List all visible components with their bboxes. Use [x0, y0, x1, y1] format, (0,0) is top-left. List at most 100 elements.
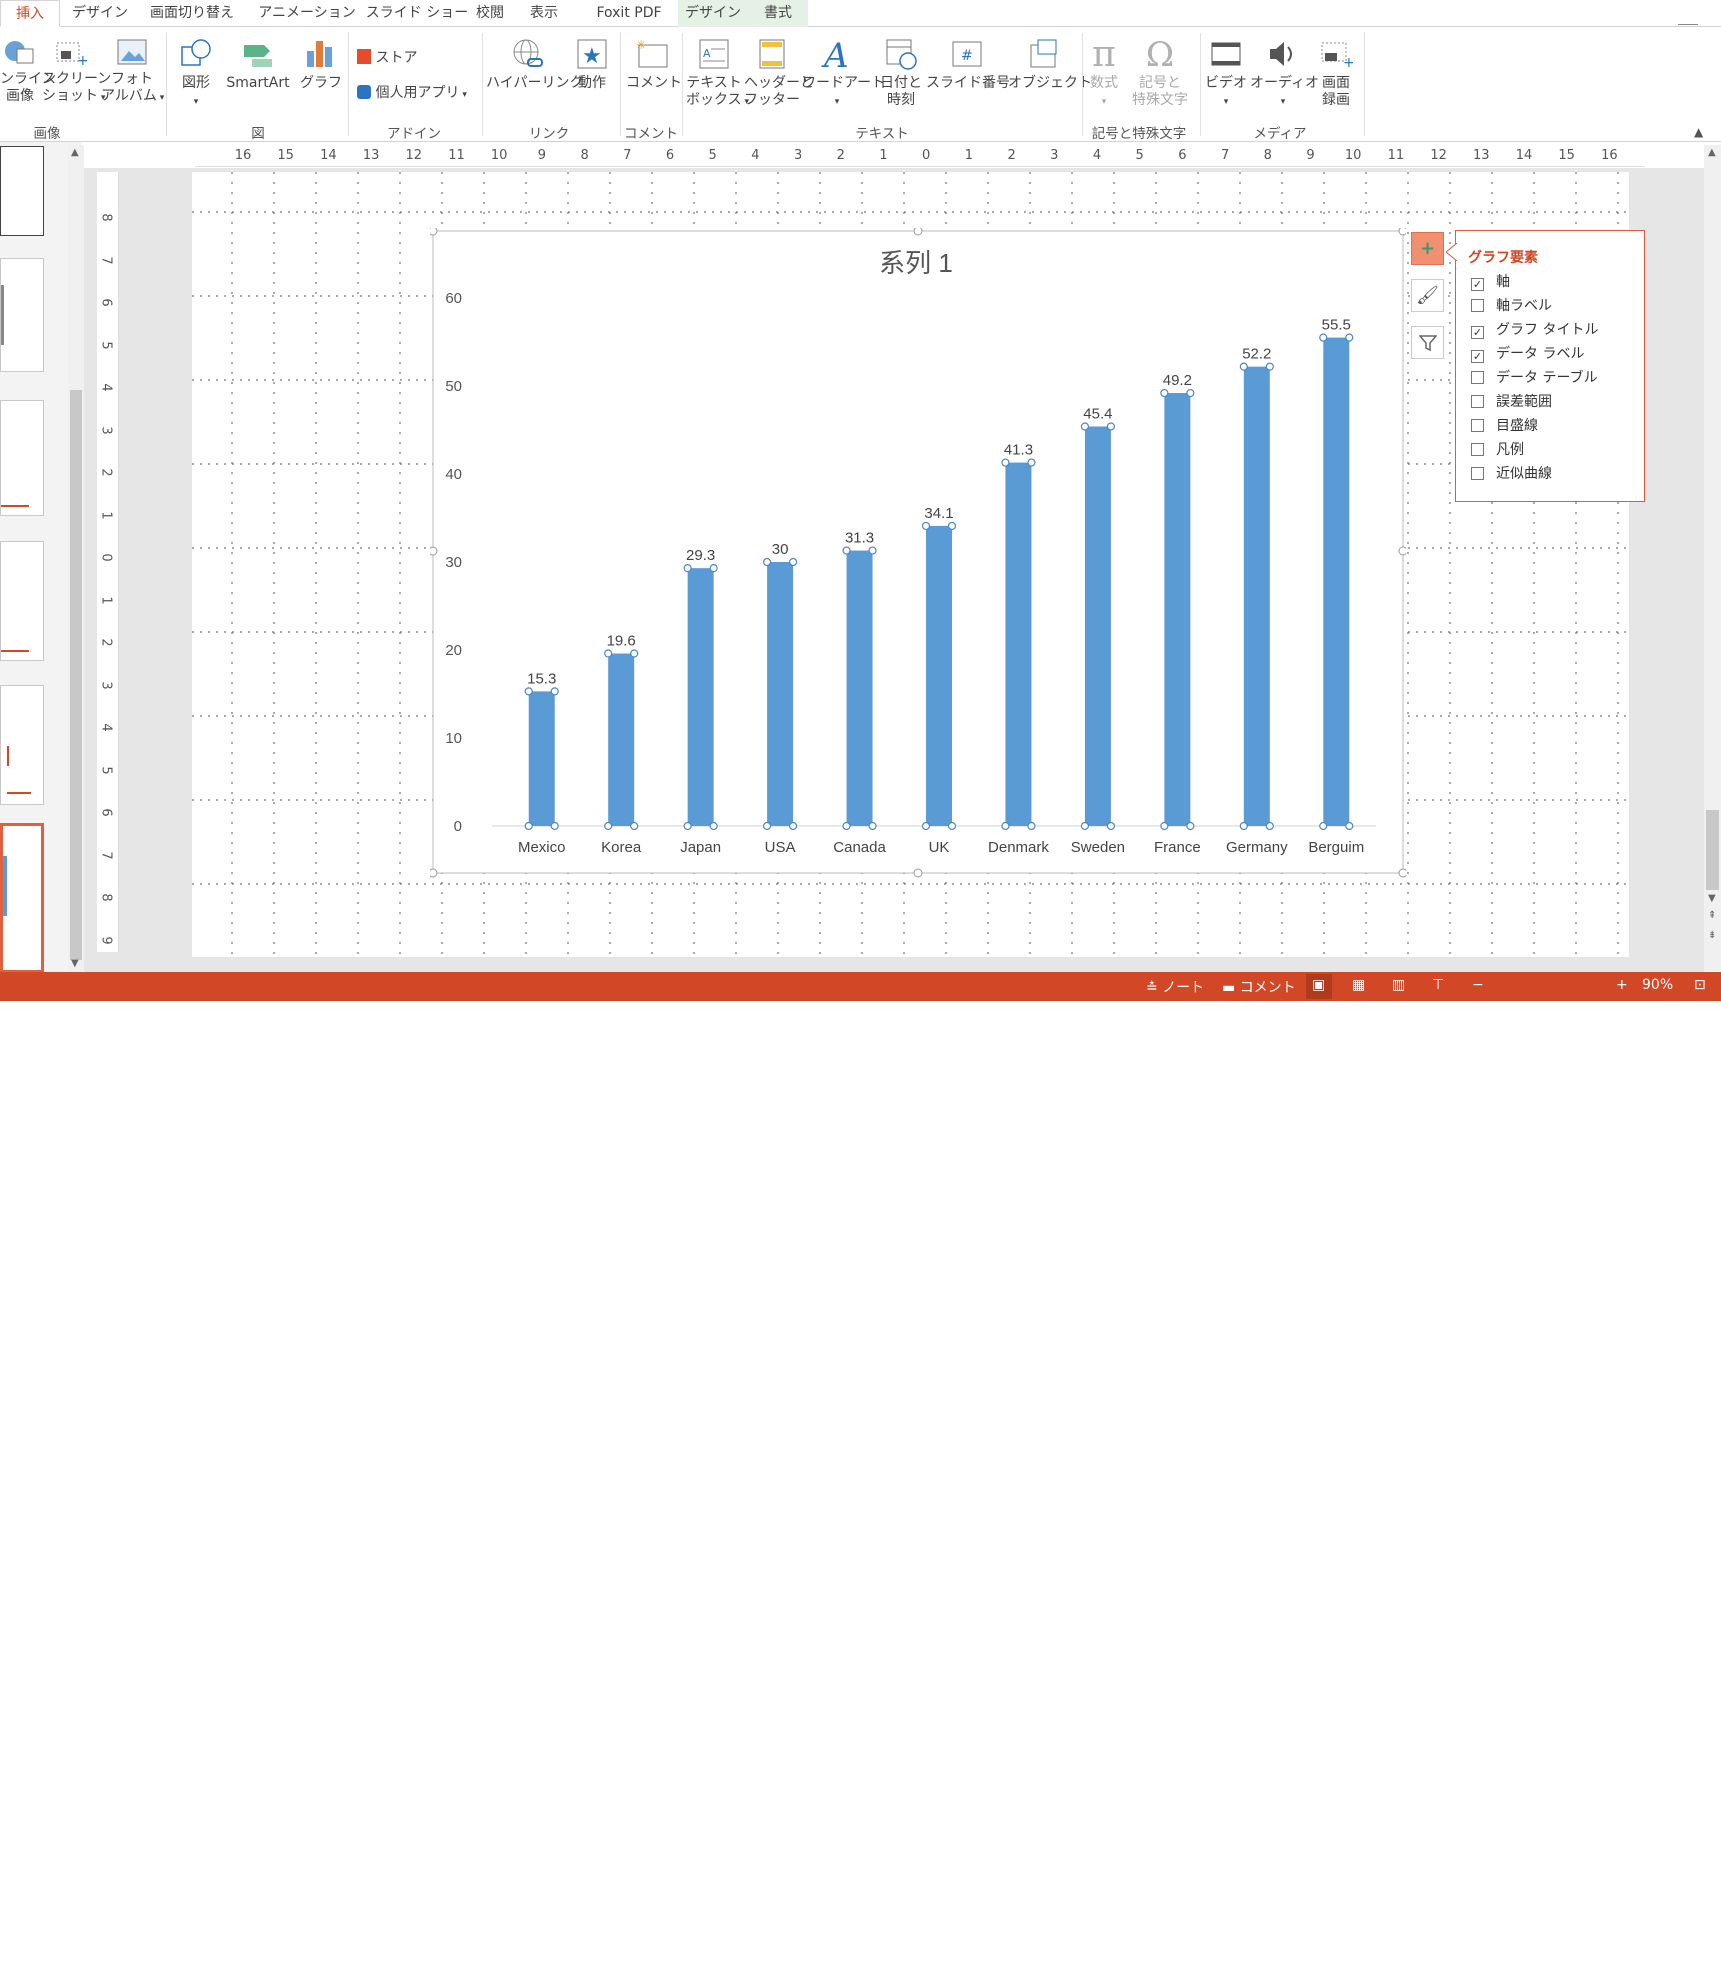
zoom-in-button[interactable]: + — [1616, 977, 1628, 993]
bar[interactable] — [1164, 393, 1191, 826]
bar-selection-handle[interactable] — [630, 649, 639, 658]
zoom-level[interactable]: 90% — [1642, 977, 1673, 993]
audio-button[interactable]: オーディオ ▾ — [1250, 37, 1319, 111]
data-label[interactable]: 31.3 — [845, 530, 874, 547]
slide-thumbnail[interactable] — [0, 541, 44, 661]
data-label[interactable]: 30 — [772, 541, 789, 558]
data-label[interactable]: 15.3 — [527, 670, 556, 687]
bar-selection-handle[interactable] — [842, 546, 851, 555]
bar-selection-handle[interactable] — [842, 821, 851, 831]
resize-handle[interactable] — [430, 228, 438, 236]
data-label[interactable]: 41.3 — [1004, 442, 1033, 459]
bar-selection-handle[interactable] — [550, 821, 559, 831]
zoom-out-button[interactable]: − — [1472, 977, 1484, 993]
bar-selection-handle[interactable] — [1160, 821, 1169, 831]
vertical-scrollbar[interactable]: ▲ ▼ ⇞ ⇟ — [1704, 145, 1721, 971]
zoom-slider[interactable] — [1488, 1957, 1612, 1959]
collapse-ribbon-icon[interactable]: ▲ — [1694, 125, 1703, 139]
bar-selection-handle[interactable] — [868, 546, 877, 555]
chart-element-option[interactable]: 軸ラベル — [1471, 295, 1552, 315]
bar-selection-handle[interactable] — [1001, 458, 1010, 467]
slide-sorter-button[interactable]: ▦ — [1352, 977, 1365, 993]
chart-button[interactable]: グラフ — [300, 37, 342, 92]
bar[interactable] — [1243, 366, 1270, 826]
hyperlink-button[interactable]: ハイパーリンク — [486, 37, 583, 92]
store-button[interactable]: ストア — [357, 47, 417, 67]
bar-selection-handle[interactable] — [1319, 333, 1328, 342]
chart-element-option[interactable]: 凡例 — [1471, 439, 1524, 459]
shapes-button[interactable]: 図形 ▾ — [176, 37, 216, 111]
slide-thumbnail[interactable] — [0, 258, 44, 372]
bar-selection-handle[interactable] — [762, 557, 772, 567]
bar-selection-handle[interactable] — [1001, 821, 1010, 831]
bar-selection-handle[interactable] — [788, 557, 798, 567]
bar[interactable] — [767, 562, 794, 826]
checkbox[interactable] — [1471, 467, 1484, 480]
normal-view-button[interactable]: ▣ — [1306, 974, 1332, 999]
chart-filters-button[interactable] — [1411, 326, 1444, 359]
bar-selection-handle[interactable] — [683, 564, 692, 573]
data-label[interactable]: 49.2 — [1163, 372, 1192, 389]
chart-styles-button[interactable]: 🖌 — [1411, 279, 1444, 312]
checkbox[interactable] — [1471, 443, 1484, 456]
bar-selection-handle[interactable] — [921, 521, 931, 531]
checkbox[interactable] — [1471, 395, 1484, 408]
bar-selection-handle[interactable] — [1027, 821, 1036, 831]
bar-selection-handle[interactable] — [1186, 821, 1195, 831]
object-button[interactable]: オブジェクト — [1008, 37, 1092, 92]
bar-selection-handle[interactable] — [709, 821, 718, 831]
comment-button[interactable]: ✳ コメント — [626, 37, 682, 92]
date-time-button[interactable]: 日付と 時刻 — [876, 37, 926, 109]
bar-selection-handle[interactable] — [1106, 821, 1116, 831]
bar[interactable] — [687, 568, 714, 826]
bar-selection-handle[interactable] — [1080, 821, 1090, 831]
my-apps-button[interactable]: 個人用アプリ ▾ — [357, 82, 467, 102]
bar-selection-handle[interactable] — [1160, 388, 1169, 398]
tab-chart-format[interactable]: 書式 — [748, 0, 808, 27]
bar-selection-handle[interactable] — [1027, 458, 1036, 467]
bar-selection-handle[interactable] — [524, 687, 533, 696]
bar-selection-handle[interactable] — [1319, 821, 1328, 831]
bar-selection-handle[interactable] — [921, 821, 931, 831]
tab-review[interactable]: 校閲 — [470, 0, 510, 27]
bar[interactable] — [528, 691, 555, 826]
bar-selection-handle[interactable] — [1265, 362, 1274, 371]
checkbox[interactable]: ✓ — [1471, 278, 1484, 291]
screenshot-button[interactable]: + スクリーン ショット ▾ — [42, 37, 111, 107]
bar-selection-handle[interactable] — [1265, 821, 1274, 831]
chart-element-option[interactable]: データ テーブル — [1471, 367, 1598, 387]
online-pictures-button[interactable]: ンライン 画像 — [0, 37, 56, 105]
checkbox[interactable] — [1471, 371, 1484, 384]
slide-thumbnail[interactable] — [0, 146, 44, 236]
symbol-button[interactable]: Ω 記号と 特殊文字 — [1128, 35, 1192, 109]
bar-selection-handle[interactable] — [1345, 821, 1354, 831]
bar-selection-handle[interactable] — [947, 821, 957, 831]
bar-selection-handle[interactable] — [524, 821, 533, 831]
bar-selection-handle[interactable] — [604, 649, 613, 658]
tab-foxit-pdf[interactable]: Foxit PDF — [584, 0, 674, 27]
bar-selection-handle[interactable] — [1239, 821, 1248, 831]
chart-element-option[interactable]: ✓ データ ラベル — [1471, 343, 1584, 363]
action-button[interactable]: ★ 動作 — [572, 37, 612, 92]
chart-element-option[interactable]: ✓ グラフ タイトル — [1471, 319, 1598, 339]
bar-selection-handle[interactable] — [1186, 388, 1195, 398]
data-label[interactable]: 29.3 — [686, 547, 715, 564]
bar-selection-handle[interactable] — [1345, 333, 1354, 342]
smartart-button[interactable]: SmartArt — [222, 37, 294, 92]
chart-elements-button[interactable]: + — [1411, 232, 1444, 265]
bar[interactable] — [608, 653, 635, 826]
header-footer-button[interactable]: ヘッダーと フッター — [744, 37, 814, 109]
wordart-button[interactable]: A ワードアート ▾ — [802, 37, 885, 111]
resize-handle[interactable] — [430, 868, 438, 878]
tab-insert[interactable]: 挿入 — [0, 0, 60, 27]
data-label[interactable]: 55.5 — [1322, 317, 1351, 334]
resize-handle[interactable] — [1398, 228, 1406, 236]
tab-design[interactable]: デザイン — [66, 0, 134, 27]
data-label[interactable]: 45.4 — [1083, 405, 1112, 422]
resize-handle[interactable] — [430, 546, 438, 556]
checkbox[interactable] — [1471, 419, 1484, 432]
bar[interactable] — [926, 525, 952, 826]
bar-selection-handle[interactable] — [1106, 422, 1116, 431]
thumbnail-scrollbar[interactable]: ▲ ▼ — [68, 145, 84, 971]
bar-selection-handle[interactable] — [630, 821, 639, 831]
